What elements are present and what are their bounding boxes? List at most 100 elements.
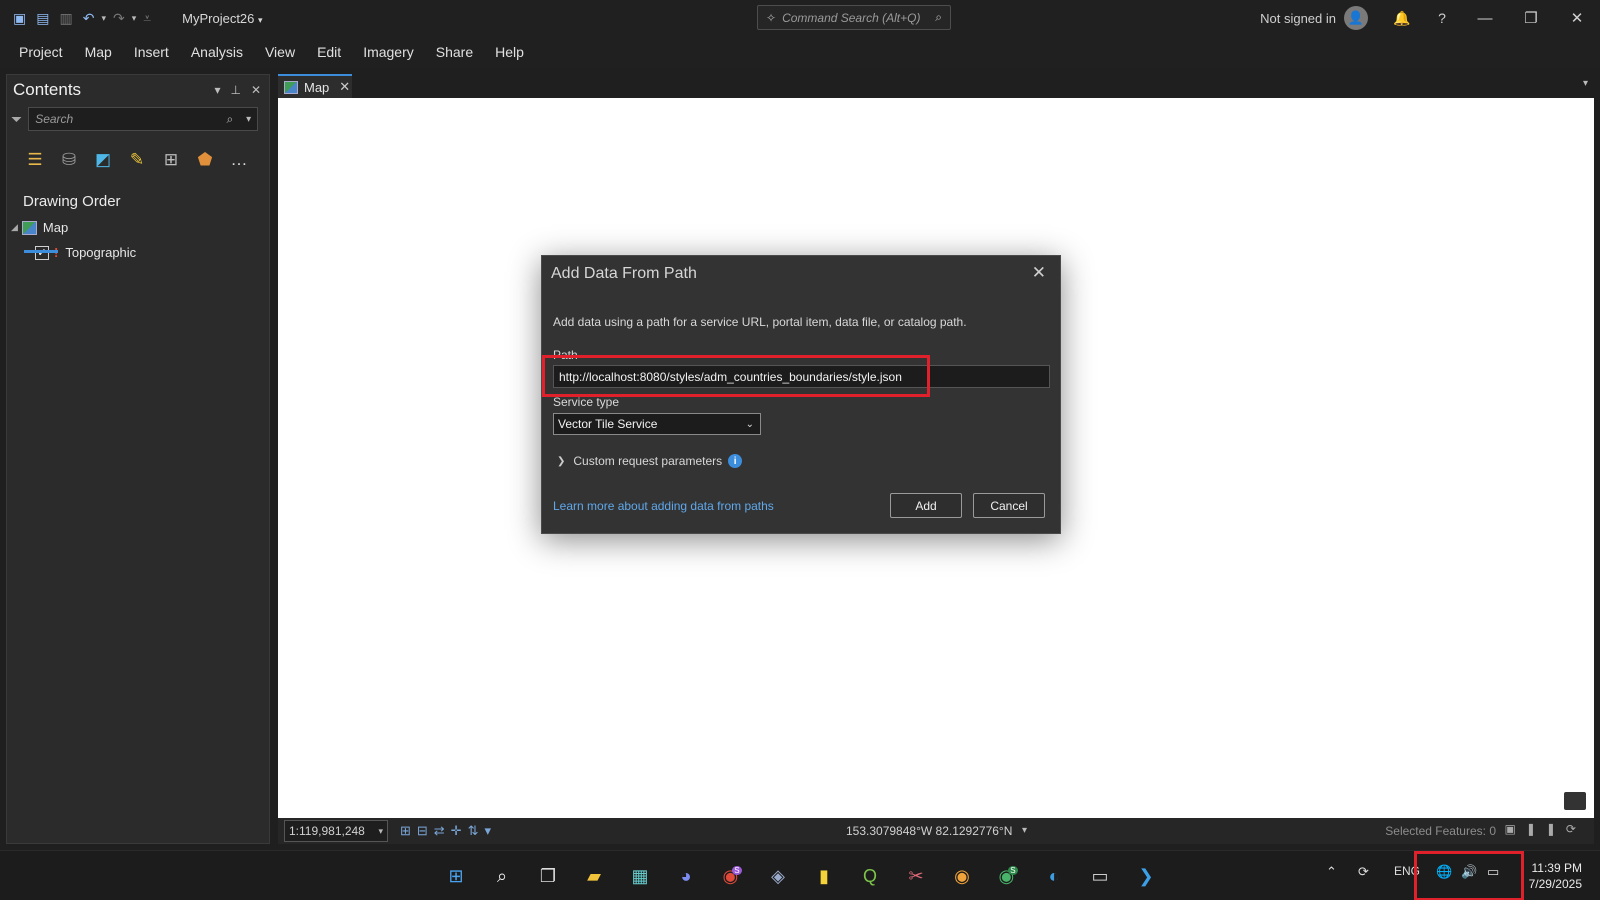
coordinate-format-chevron-icon[interactable]: ▾ bbox=[1022, 825, 1027, 836]
contents-search-placeholder: Search bbox=[35, 112, 74, 126]
user-avatar-icon[interactable]: 👤 bbox=[1344, 6, 1368, 30]
volume-icon[interactable]: 🔊 bbox=[1461, 864, 1477, 880]
tab-share[interactable]: Share bbox=[436, 44, 473, 60]
edge-icon[interactable]: ◐ bbox=[1041, 864, 1067, 888]
undo-dropdown-icon[interactable]: ▾ bbox=[101, 13, 106, 24]
customize-toolbar-icon[interactable]: ⩡ bbox=[143, 10, 151, 27]
list-by-source-icon[interactable]: ⛁ bbox=[57, 148, 81, 172]
windows-start-icon[interactable]: ⊞ bbox=[443, 864, 469, 888]
tree-item-map[interactable]: ◢ Map bbox=[11, 220, 269, 235]
tab-help[interactable]: Help bbox=[495, 44, 524, 60]
list-by-drawing-order-icon[interactable]: ☰ bbox=[23, 148, 47, 172]
add-data-from-path-dialog: Add Data From Path ✕ Add data using a pa… bbox=[541, 255, 1061, 534]
sticky-notes-icon[interactable]: ▮ bbox=[811, 864, 837, 888]
filter-icon[interactable]: ⏷ bbox=[11, 111, 22, 128]
expand-arrow-icon[interactable]: ◢ bbox=[11, 222, 18, 233]
close-tab-icon[interactable]: ✕ bbox=[339, 79, 350, 95]
sync-icon[interactable]: ⟳ bbox=[1358, 864, 1369, 880]
help-icon[interactable]: ? bbox=[1422, 10, 1462, 26]
list-by-editing-icon[interactable]: ✎ bbox=[125, 148, 149, 172]
pane-controls: ▾ ⊥ ✕ bbox=[214, 83, 261, 97]
path-label: Path bbox=[553, 348, 578, 362]
contents-pane: Contents ▾ ⊥ ✕ ⏷ Search ⌕ ▾ ☰ ⛁ ◩ ✎ ⊞ ⬟ … bbox=[6, 74, 270, 844]
open-project-icon[interactable]: ▤ bbox=[36, 10, 49, 27]
close-dialog-icon[interactable]: ✕ bbox=[1032, 263, 1046, 283]
more-icon[interactable]: … bbox=[227, 148, 251, 172]
project-name-menu[interactable]: MyProject26 ▾ bbox=[182, 11, 262, 26]
show-hidden-icons-icon[interactable]: ⌃ bbox=[1326, 864, 1337, 880]
map-overview-toggle-icon[interactable] bbox=[1564, 792, 1586, 810]
search-icon[interactable]: ⌕ bbox=[226, 112, 233, 127]
active-view-indicator bbox=[24, 250, 58, 253]
undo-icon[interactable]: ↶ bbox=[83, 10, 95, 27]
microsoft-store-icon[interactable]: ▦ bbox=[627, 864, 653, 888]
status-bar-controls[interactable]: ▣❚❚⟳ bbox=[1504, 822, 1586, 836]
chevron-down-icon: ▾ bbox=[378, 825, 383, 836]
selected-features-count[interactable]: Selected Features: 0 bbox=[1385, 824, 1496, 838]
network-icon[interactable]: 🌐 bbox=[1436, 864, 1452, 880]
discord-icon[interactable]: ◕ bbox=[673, 864, 699, 888]
tab-imagery[interactable]: Imagery bbox=[363, 44, 414, 60]
chrome-icon-3[interactable]: ◉ S bbox=[995, 864, 1021, 888]
tab-view[interactable]: View bbox=[265, 44, 295, 60]
contents-search-input[interactable]: Search ⌕ ▾ bbox=[28, 107, 259, 131]
notifications-icon[interactable]: 🔔 bbox=[1382, 10, 1422, 27]
chevron-right-icon: ❯ bbox=[557, 455, 566, 467]
file-explorer-icon[interactable]: ▰ bbox=[581, 864, 607, 888]
scale-selector[interactable]: 1:119,981,248 ▾ bbox=[284, 820, 388, 842]
minimize-icon[interactable]: — bbox=[1462, 10, 1508, 27]
command-search-box[interactable]: ✧ Command Search (Alt+Q) ⌕ bbox=[757, 5, 951, 30]
chrome-profile-badge-2: S bbox=[1008, 865, 1018, 875]
learn-more-link[interactable]: Learn more about adding data from paths bbox=[553, 499, 774, 513]
custom-request-parameters-expander[interactable]: ❯ Custom request parameters i bbox=[557, 454, 743, 468]
language-indicator[interactable]: ENG bbox=[1394, 864, 1420, 878]
path-input[interactable]: http://localhost:8080/styles/adm_countri… bbox=[553, 365, 1050, 388]
tab-analysis[interactable]: Analysis bbox=[191, 44, 243, 60]
custom-params-label: Custom request parameters bbox=[573, 454, 723, 468]
tab-insert[interactable]: Insert bbox=[134, 44, 169, 60]
pin-icon[interactable]: ⊥ bbox=[230, 83, 240, 97]
list-by-snapping-icon[interactable]: ⊞ bbox=[159, 148, 183, 172]
tab-edit[interactable]: Edit bbox=[317, 44, 341, 60]
clock-date: 7/29/2025 bbox=[1528, 877, 1582, 891]
redo-dropdown-icon[interactable]: ▾ bbox=[132, 13, 137, 24]
chrome-icon-2[interactable]: ◉ bbox=[949, 864, 975, 888]
restore-icon[interactable]: ❐ bbox=[1508, 9, 1554, 27]
chevron-down-icon[interactable]: ▾ bbox=[246, 114, 251, 125]
cancel-button[interactable]: Cancel bbox=[973, 493, 1045, 518]
sign-in-status[interactable]: Not signed in bbox=[1260, 11, 1336, 26]
list-by-labeling-icon[interactable]: ⬟ bbox=[193, 148, 217, 172]
map-view-tab[interactable]: Map ✕ bbox=[278, 74, 352, 98]
service-type-select[interactable]: Vector Tile Service ⌄ bbox=[553, 413, 761, 435]
add-button[interactable]: Add bbox=[890, 493, 962, 518]
chevron-down-icon: ▾ bbox=[258, 14, 263, 25]
contents-search-row: ⏷ Search ⌕ ▾ bbox=[7, 107, 269, 131]
info-icon[interactable]: i bbox=[728, 454, 743, 468]
vscode-icon[interactable]: ❯ bbox=[1133, 864, 1159, 888]
tab-project[interactable]: Project bbox=[19, 44, 63, 60]
system-clock[interactable]: 11:39 PM 7/29/2025 bbox=[1524, 860, 1582, 892]
tree-item-topographic[interactable]: ✓ ! Topographic bbox=[35, 245, 269, 260]
map-navigation-tools[interactable]: ⊞⊟⇄✛⇅▾ bbox=[400, 823, 497, 839]
new-project-icon[interactable]: ▣ bbox=[13, 10, 26, 27]
snipping-tool-icon[interactable]: ✂ bbox=[903, 864, 929, 888]
sparkle-icon: ✧ bbox=[766, 10, 777, 25]
tab-list-chevron-icon[interactable]: ▾ bbox=[1583, 78, 1588, 89]
battery-icon[interactable]: ▭ bbox=[1487, 864, 1499, 880]
qgis-icon[interactable]: Q bbox=[857, 864, 883, 888]
close-pane-icon[interactable]: ✕ bbox=[251, 83, 261, 97]
pane-options-icon[interactable]: ▾ bbox=[214, 83, 220, 97]
close-window-icon[interactable]: ✕ bbox=[1554, 9, 1600, 27]
list-by-selection-icon[interactable]: ◩ bbox=[91, 148, 115, 172]
map-status-bar: 1:119,981,248 ▾ ⊞⊟⇄✛⇅▾ 153.3079848°W 82.… bbox=[278, 818, 1594, 844]
search-icon[interactable]: ⌕ bbox=[489, 864, 515, 888]
dialog-title: Add Data From Path bbox=[551, 265, 697, 282]
tab-map[interactable]: Map bbox=[85, 44, 112, 60]
task-view-icon[interactable]: ❐ bbox=[535, 864, 561, 888]
chrome-icon[interactable]: ◉ S bbox=[719, 864, 745, 888]
terminal-icon[interactable]: ▭ bbox=[1087, 864, 1113, 888]
arcgis-pro-icon[interactable]: ◈ bbox=[765, 864, 791, 888]
drawing-order-heading: Drawing Order bbox=[23, 193, 121, 210]
save-project-icon[interactable]: ▥ bbox=[59, 10, 72, 27]
redo-icon[interactable]: ↷ bbox=[113, 10, 125, 27]
